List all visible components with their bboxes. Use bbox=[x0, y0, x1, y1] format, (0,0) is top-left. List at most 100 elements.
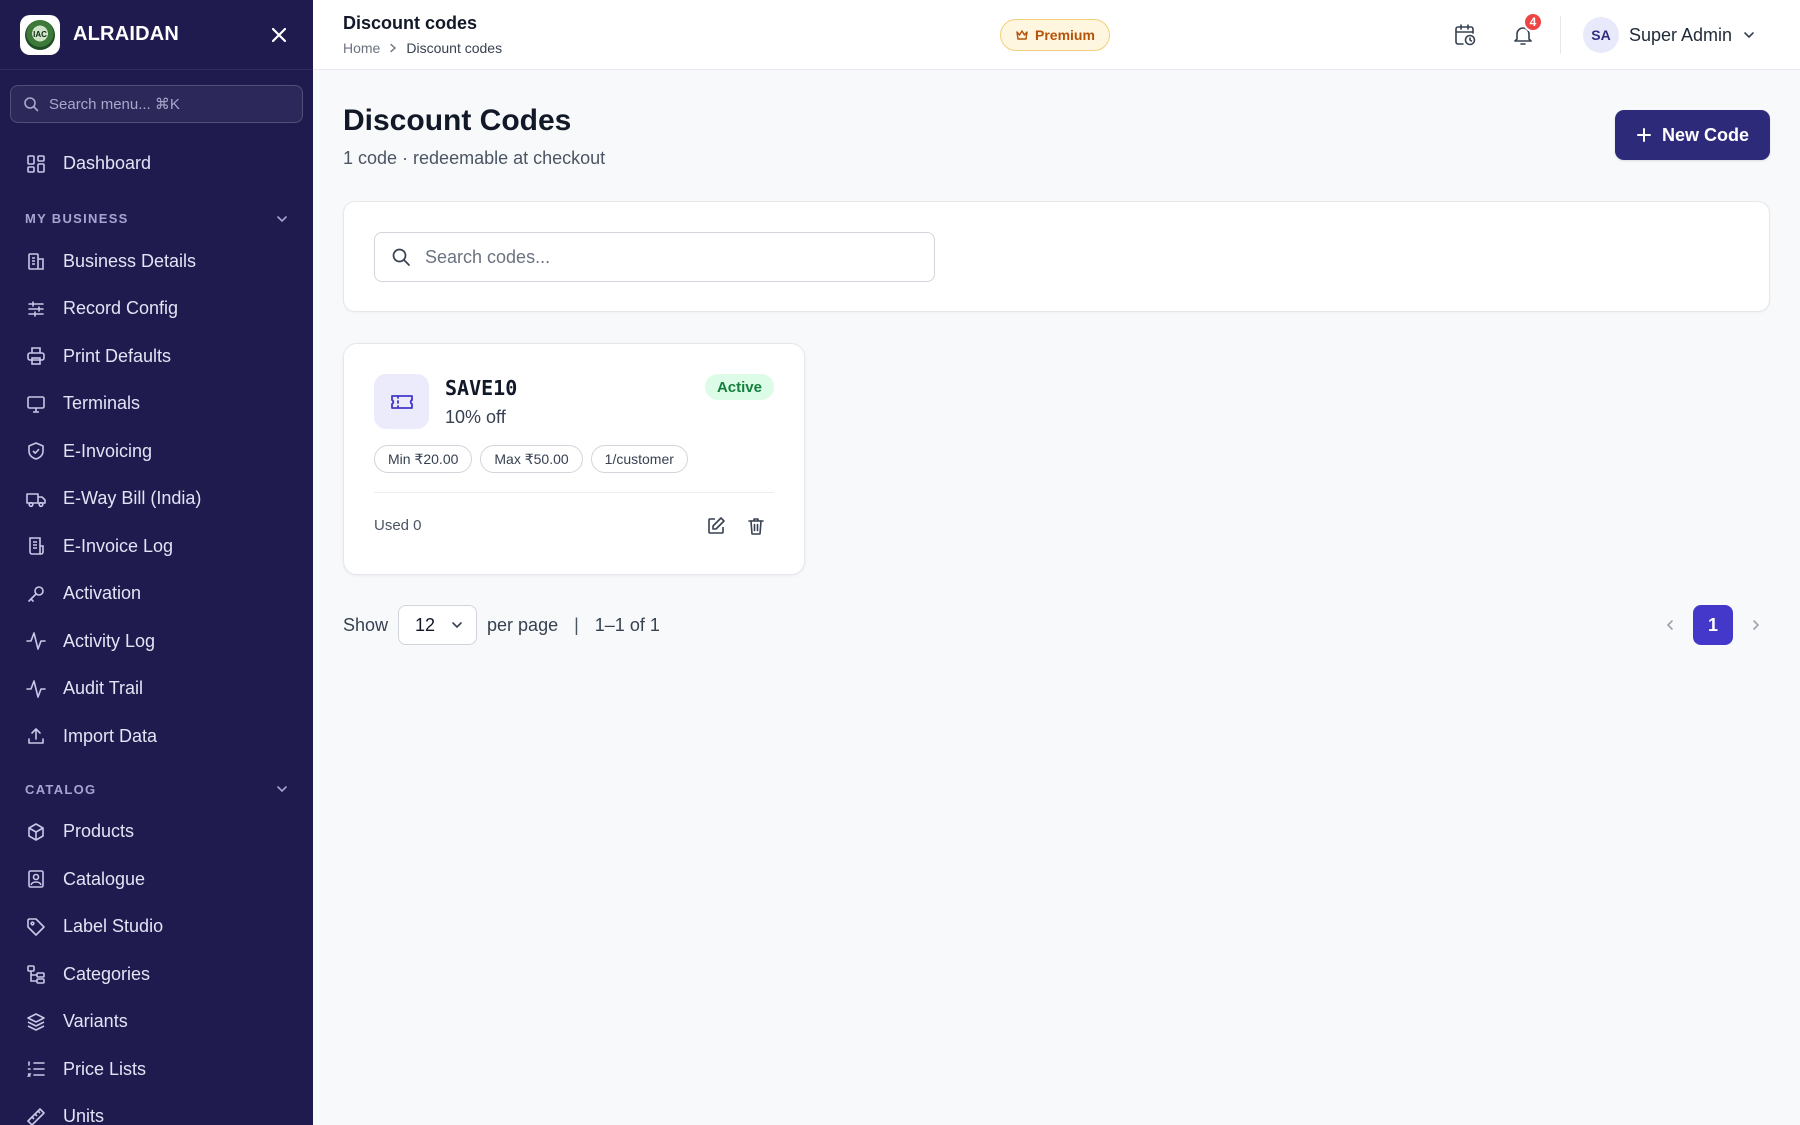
close-icon[interactable] bbox=[265, 21, 293, 49]
sliders-icon bbox=[25, 298, 47, 320]
sidebar-item-import-data[interactable]: Import Data bbox=[0, 713, 313, 761]
sidebar-item-catalogue[interactable]: Catalogue bbox=[0, 856, 313, 904]
card-divider bbox=[374, 492, 774, 493]
show-label: Show bbox=[343, 614, 389, 635]
sidebar-item-label-studio[interactable]: Label Studio bbox=[0, 903, 313, 951]
shield-check-icon bbox=[25, 440, 47, 462]
per-page-select[interactable]: 12 bbox=[398, 605, 478, 645]
sidebar-item-label: Activity Log bbox=[63, 630, 156, 651]
discount-description: 10% off bbox=[445, 407, 506, 427]
sidebar-item-label: E-Invoicing bbox=[63, 440, 153, 461]
dashboard-icon bbox=[25, 153, 47, 175]
sidebar-item-units[interactable]: Units bbox=[0, 1093, 313, 1125]
page-button-current[interactable]: 1 bbox=[1693, 605, 1733, 645]
chevron-left-icon[interactable] bbox=[1655, 605, 1685, 645]
main-content: Discount Codes 1 code · redeemable at ch… bbox=[313, 70, 1800, 1125]
breadcrumb: Home Discount codes bbox=[343, 40, 502, 56]
status-badge: Active bbox=[704, 374, 774, 400]
building-icon bbox=[25, 250, 47, 272]
sidebar-item-business-details[interactable]: Business Details bbox=[0, 238, 313, 286]
chevron-down-icon bbox=[276, 783, 288, 795]
breadcrumb-home[interactable]: Home bbox=[343, 40, 380, 56]
new-code-label: New Code bbox=[1661, 124, 1749, 145]
sidebar-item-label: Business Details bbox=[63, 250, 197, 271]
brand-logo-mark: IAC bbox=[25, 19, 55, 50]
range-label: 1–1 of 1 bbox=[594, 614, 660, 635]
search-card bbox=[343, 201, 1770, 312]
sidebar-item-print-defaults[interactable]: Print Defaults bbox=[0, 333, 313, 381]
layers-icon bbox=[25, 1011, 47, 1033]
sidebar-item-label: Record Config bbox=[63, 298, 179, 319]
activity-icon bbox=[25, 678, 47, 700]
sidebar-item-terminals[interactable]: Terminals bbox=[0, 380, 313, 428]
usage-count: Used 0 bbox=[374, 517, 422, 534]
new-code-button[interactable]: New Code bbox=[1615, 110, 1770, 160]
notification-badge: 4 bbox=[1523, 12, 1543, 32]
sidebar-item-label: Activation bbox=[63, 583, 142, 604]
sidebar-item-e-invoice-log[interactable]: E-Invoice Log bbox=[0, 523, 313, 571]
per-page-value: 12 bbox=[415, 614, 436, 635]
list-icon bbox=[25, 1058, 47, 1080]
sidebar-item-label: Label Studio bbox=[63, 916, 164, 937]
brand-logo[interactable]: IAC bbox=[20, 14, 60, 55]
code-tags: Min ₹20.00 Max ₹50.00 1/customer bbox=[374, 445, 688, 473]
chevron-right-icon[interactable] bbox=[1741, 605, 1771, 645]
pagination-controls: Show 12 per page | 1–1 of 1 bbox=[343, 605, 660, 645]
sidebar-item-label: Catalogue bbox=[63, 868, 146, 889]
sidebar-item-price-lists[interactable]: Price Lists bbox=[0, 1046, 313, 1094]
sidebar-item-activation[interactable]: Activation bbox=[0, 570, 313, 618]
package-icon bbox=[25, 821, 47, 843]
sidebar-item-categories[interactable]: Categories bbox=[0, 951, 313, 999]
page-navigation: 1 bbox=[1655, 605, 1771, 645]
per-page-label: per page bbox=[487, 614, 559, 635]
sidebar-item-label: Variants bbox=[63, 1011, 128, 1032]
notifications-button[interactable]: 4 bbox=[1509, 12, 1543, 49]
edit-icon[interactable] bbox=[704, 514, 728, 538]
premium-label: Premium bbox=[1035, 27, 1095, 43]
receipt-icon bbox=[25, 535, 47, 557]
sidebar-item-label: Terminals bbox=[63, 393, 141, 414]
codes-search[interactable] bbox=[374, 232, 935, 282]
sidebar-item-label: Categories bbox=[63, 963, 151, 984]
section-my-business[interactable]: MY BUSINESS bbox=[0, 200, 313, 238]
crown-icon bbox=[1015, 28, 1029, 42]
chevron-right-icon bbox=[388, 43, 398, 53]
premium-badge[interactable]: Premium bbox=[1000, 19, 1110, 51]
search-input[interactable] bbox=[425, 246, 905, 268]
sidebar-item-e-way-bill[interactable]: E-Way Bill (India) bbox=[0, 475, 313, 523]
discount-code: SAVE10 bbox=[445, 376, 518, 400]
sidebar-search-input[interactable] bbox=[49, 95, 269, 113]
page-title: Discount Codes bbox=[343, 104, 572, 137]
sidebar-search[interactable] bbox=[10, 85, 303, 123]
section-title: MY BUSINESS bbox=[25, 211, 129, 226]
sidebar-item-variants[interactable]: Variants bbox=[0, 998, 313, 1046]
sidebar-item-e-invoicing[interactable]: E-Invoicing bbox=[0, 428, 313, 476]
sidebar-item-dashboard[interactable]: Dashboard bbox=[0, 140, 313, 188]
truck-icon bbox=[25, 488, 47, 510]
section-catalog[interactable]: CATALOG bbox=[0, 770, 313, 808]
sidebar-item-activity-log[interactable]: Activity Log bbox=[0, 618, 313, 666]
sidebar-item-products[interactable]: Products bbox=[0, 808, 313, 856]
user-name: Super Admin bbox=[1629, 24, 1733, 45]
search-icon bbox=[23, 96, 39, 112]
user-menu[interactable]: SA Super Admin bbox=[1583, 17, 1756, 53]
trash-icon[interactable] bbox=[744, 514, 768, 538]
discount-code-card[interactable]: SAVE10 10% off Active Min ₹20.00 Max ₹50… bbox=[343, 343, 805, 575]
tag-min: Min ₹20.00 bbox=[374, 445, 473, 473]
chevron-down-icon bbox=[450, 618, 464, 632]
page-subtitle: 1 code · redeemable at checkout bbox=[343, 148, 606, 168]
topbar-divider bbox=[1560, 16, 1561, 54]
sidebar-item-label: E-Invoice Log bbox=[63, 535, 174, 556]
tag-per-customer: 1/customer bbox=[590, 445, 688, 473]
printer-icon bbox=[25, 345, 47, 367]
sidebar: IAC ALRAIDAN Dashboard MY BUSINESS Busin… bbox=[0, 0, 313, 1125]
calendar-clock-icon[interactable] bbox=[1451, 21, 1479, 49]
tag-max: Max ₹50.00 bbox=[480, 445, 583, 473]
sidebar-item-label: Audit Trail bbox=[63, 678, 144, 699]
chevron-down-icon bbox=[1742, 28, 1756, 42]
sidebar-item-record-config[interactable]: Record Config bbox=[0, 285, 313, 333]
breadcrumb-current: Discount codes bbox=[406, 40, 503, 56]
sidebar-item-audit-trail[interactable]: Audit Trail bbox=[0, 665, 313, 713]
sidebar-item-label: Dashboard bbox=[63, 153, 152, 174]
topbar: Discount codes Home Discount codes Premi… bbox=[313, 0, 1800, 70]
